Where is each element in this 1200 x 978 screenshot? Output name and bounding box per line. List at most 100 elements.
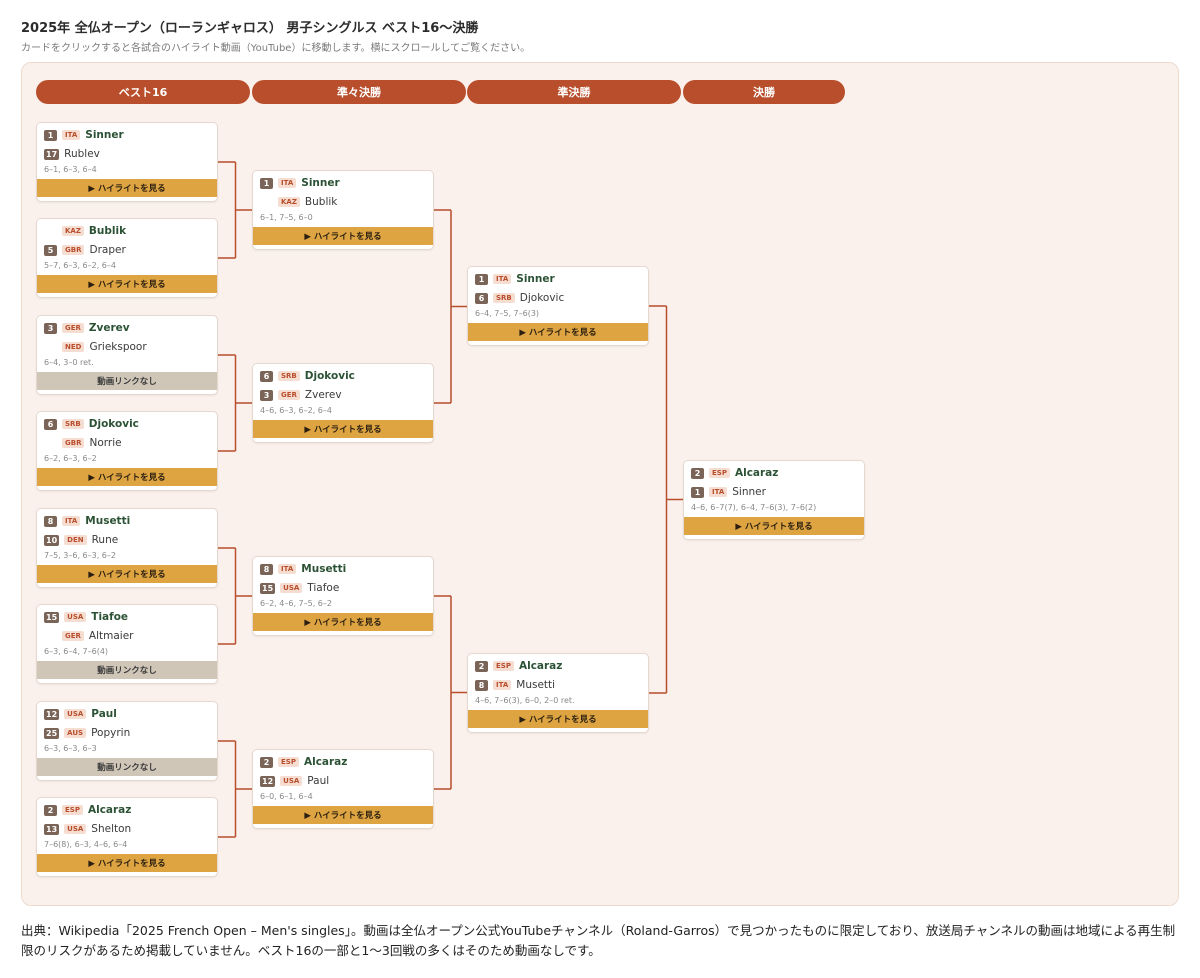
seed-badge: 17 — [44, 148, 60, 160]
winner-player-row: 6 SRB Djokovic — [44, 417, 139, 431]
match-card[interactable]: 6 SRB Djokovic 3 GER Zverev 4–6, 6–3, 6–2, 6–4… — [252, 363, 434, 443]
country-badge: GER — [62, 631, 84, 641]
winner-player-row: 2 ESP Alcaraz — [691, 466, 778, 480]
match-score: 7–6(8), 6–3, 4–6, 6–4 — [44, 840, 128, 849]
loser-player-row: 12 USA Paul — [260, 774, 329, 788]
match-score: 6–4, 3–0 ret. — [44, 358, 94, 367]
seed-badge: 13 — [44, 823, 60, 835]
loser-player-row: 6 SRB Djokovic — [475, 291, 564, 305]
loser-name: Bublik — [304, 196, 338, 208]
winner-player-row: 15 USA Tiafoe — [44, 610, 128, 624]
winner-name: Musetti — [85, 515, 131, 527]
highlight-button[interactable]: ▶ ハイライトを見る — [37, 179, 217, 197]
match-card[interactable]: KAZ Bublik 5 GBR Draper 5–7, 6–3, 6–2, 6–4 ▶ ハ… — [36, 218, 218, 298]
match-card[interactable]: 2 ESP Alcaraz 8 ITA Musetti 4–6, 7–6(3), 6–0, … — [467, 653, 649, 733]
seed-badge: 6 — [475, 292, 488, 304]
seed-badge: 2 — [691, 467, 704, 479]
match-score: 5–7, 6–3, 6–2, 6–4 — [44, 261, 116, 270]
country-badge: SRB — [62, 419, 84, 429]
loser-player-row: 8 ITA Musetti — [475, 678, 555, 692]
match-card[interactable]: 8 ITA Musetti 10 DEN Rune 7–5, 3–6, 6–3, 6–2 ▶ … — [36, 508, 218, 588]
match-card[interactable]: 1 ITA Sinner 17 Rublev 6–1, 6–3, 6–4 ▶ ハイライトを見… — [36, 122, 218, 202]
country-badge: AUS — [64, 728, 87, 738]
highlight-button[interactable]: ▶ ハイライトを見る — [468, 710, 648, 728]
winner-name: Bublik — [88, 225, 127, 237]
loser-name: Zverev — [304, 389, 342, 401]
match-card[interactable]: 1 ITA Sinner KAZ Bublik 6–1, 7–5, 6–0 ▶ ハイライトを… — [252, 170, 434, 250]
seed-badge: 8 — [475, 679, 488, 691]
loser-name: Norrie — [89, 437, 122, 449]
seed-badge — [44, 342, 57, 353]
match-score: 4–6, 6–3, 6–2, 6–4 — [260, 406, 332, 415]
match-card[interactable]: 8 ITA Musetti 15 USA Tiafoe 6–2, 4–6, 7–5, 6–2… — [252, 556, 434, 636]
match-score: 7–5, 3–6, 6–3, 6–2 — [44, 551, 116, 560]
match-score: 4–6, 6–7(7), 6–4, 7–6(3), 7–6(2) — [691, 503, 817, 512]
match-card[interactable]: 6 SRB Djokovic GBR Norrie 6–2, 6–3, 6–2 ▶ ハイライ… — [36, 411, 218, 491]
match-card: 12 USA Paul 25 AUS Popyrin 6–3, 6–3, 6–3 動画リンクな… — [36, 701, 218, 781]
highlight-button[interactable]: ▶ ハイライトを見る — [253, 420, 433, 438]
country-badge: GER — [278, 390, 300, 400]
loser-name: Popyrin — [91, 727, 131, 739]
page-title: 2025年 全仏オープン（ローランギャロス） 男子シングルス ベスト16〜決勝 — [21, 21, 479, 36]
winner-player-row: 12 USA Paul — [44, 707, 117, 721]
seed-badge: 5 — [44, 244, 57, 256]
country-badge: ITA — [62, 130, 81, 140]
seed-badge: 6 — [44, 418, 57, 430]
highlight-button[interactable]: ▶ ハイライトを見る — [468, 323, 648, 341]
highlight-button[interactable]: ▶ ハイライトを見る — [37, 854, 217, 872]
country-badge: KAZ — [278, 197, 300, 207]
match-score: 6–1, 7–5, 6–0 — [260, 213, 313, 222]
loser-player-row: NED Griekspoor — [44, 340, 147, 354]
country-badge: GBR — [62, 438, 85, 448]
loser-player-row: KAZ Bublik — [260, 195, 337, 209]
seed-badge: 2 — [260, 756, 273, 768]
loser-player-row: 5 GBR Draper — [44, 243, 126, 257]
match-card[interactable]: 1 ITA Sinner 6 SRB Djokovic 6–4, 7–5, 7–6(3) ▶ … — [467, 266, 649, 346]
highlight-button[interactable]: ▶ ハイライトを見る — [37, 565, 217, 583]
winner-name: Sinner — [301, 177, 340, 189]
country-badge: ESP — [62, 805, 83, 815]
country-badge: GBR — [62, 245, 85, 255]
winner-name: Sinner — [85, 129, 124, 141]
country-badge: ITA — [493, 274, 512, 284]
seed-badge: 6 — [260, 370, 273, 382]
match-card[interactable]: 2 ESP Alcaraz 1 ITA Sinner 4–6, 6–7(7), 6–4, 7… — [683, 460, 865, 540]
country-badge: ITA — [493, 680, 512, 690]
highlight-button[interactable]: ▶ ハイライトを見る — [37, 468, 217, 486]
highlight-button[interactable]: ▶ ハイライトを見る — [684, 517, 864, 535]
page-subtitle: カードをクリックすると各試合のハイライト動画（YouTube）に移動します。横に… — [21, 43, 531, 54]
winner-player-row: 8 ITA Musetti — [44, 514, 130, 528]
winner-name: Alcaraz — [303, 756, 348, 768]
match-score: 4–6, 7–6(3), 6–0, 2–0 ret. — [475, 696, 575, 705]
highlight-button[interactable]: ▶ ハイライトを見る — [253, 613, 433, 631]
country-badge: ESP — [709, 468, 730, 478]
seed-badge — [44, 226, 57, 237]
highlight-button[interactable]: ▶ ハイライトを見る — [253, 806, 433, 824]
country-badge: GER — [62, 323, 84, 333]
country-badge: USA — [64, 709, 87, 719]
country-badge: SRB — [278, 371, 300, 381]
match-score: 6–0, 6–1, 6–4 — [260, 792, 313, 801]
winner-player-row: 1 ITA Sinner — [44, 128, 124, 142]
match-card[interactable]: 2 ESP Alcaraz 12 USA Paul 6–0, 6–1, 6–4 ▶ ハイライト… — [252, 749, 434, 829]
loser-name: Shelton — [91, 823, 132, 835]
seed-badge: 3 — [260, 389, 273, 401]
round-header-semifinal: 準決勝 — [467, 80, 681, 104]
highlight-button[interactable]: ▶ ハイライトを見る — [253, 227, 433, 245]
winner-player-row: 2 ESP Alcaraz — [475, 659, 562, 673]
loser-name: Altmaier — [88, 630, 134, 642]
match-score: 6–2, 4–6, 7–5, 6–2 — [260, 599, 332, 608]
seed-badge: 10 — [44, 534, 60, 546]
match-card[interactable]: 2 ESP Alcaraz 13 USA Shelton 7–6(8), 6–3, 4–6,… — [36, 797, 218, 877]
highlight-button[interactable]: ▶ ハイライトを見る — [37, 275, 217, 293]
seed-badge — [44, 631, 57, 642]
loser-name: Paul — [307, 775, 330, 787]
winner-player-row: 1 ITA Sinner — [260, 176, 340, 190]
winner-name: Musetti — [301, 563, 347, 575]
winner-player-row: 2 ESP Alcaraz — [44, 803, 131, 817]
seed-badge: 2 — [475, 660, 488, 672]
round-header-final: 決勝 — [683, 80, 845, 104]
no-video-label: 動画リンクなし — [37, 372, 217, 390]
loser-player-row: 10 DEN Rune — [44, 533, 118, 547]
winner-name: Djokovic — [88, 418, 139, 430]
